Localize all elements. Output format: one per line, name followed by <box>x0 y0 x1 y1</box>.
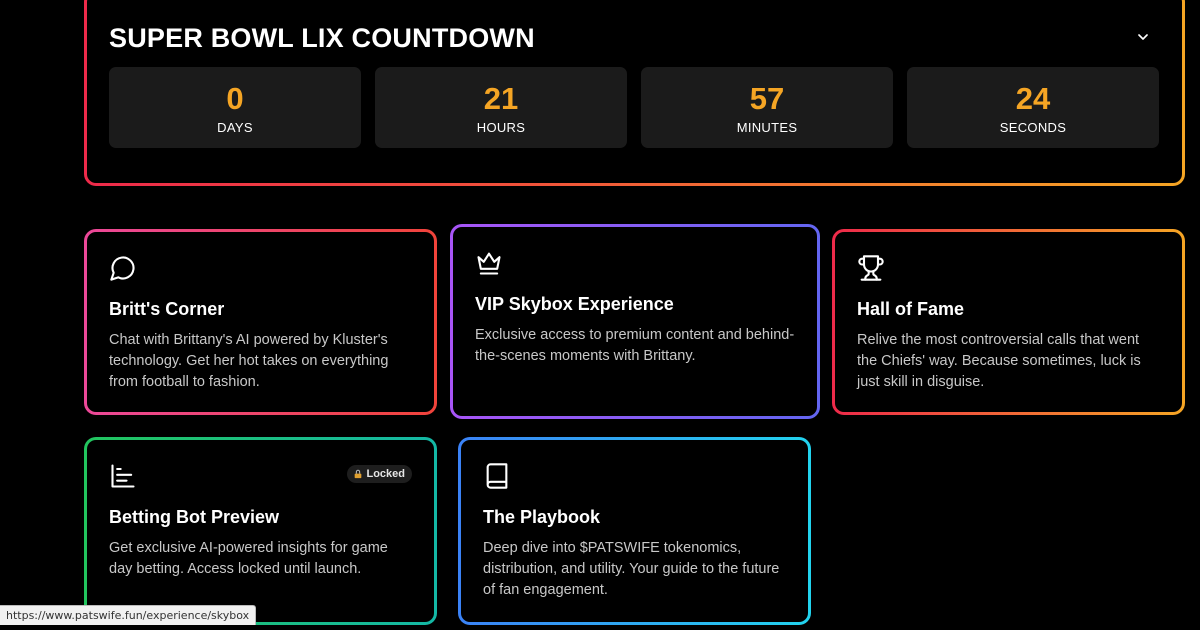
card-title: VIP Skybox Experience <box>475 294 674 314</box>
card-title: Betting Bot Preview <box>109 507 280 527</box>
card-title: Hall of Fame <box>857 299 965 319</box>
card-britts-corner[interactable]: Britt's Corner Chat with Brittany's AI p… <box>84 229 437 415</box>
countdown-hours-value: 21 <box>483 80 519 116</box>
countdown-seconds-value: 24 <box>1015 80 1051 116</box>
countdown-title: SUPER BOWL LIX COUNTDOWN <box>109 23 535 53</box>
card-inner: The Playbook Deep dive into $PATSWIFE to… <box>461 440 808 622</box>
card-description: Chat with Brittany's AI powered by Klust… <box>109 332 389 390</box>
card-inner: VIP Skybox Experience Exclusive access t… <box>453 227 817 416</box>
countdown-days: 0 DAYS <box>109 67 361 148</box>
chat-bubble-icon <box>110 256 135 281</box>
countdown-hours: 21 HOURS <box>375 67 627 148</box>
card-title: The Playbook <box>483 507 601 527</box>
countdown-days-label: DAYS <box>217 119 253 135</box>
locked-badge-label: Locked <box>366 468 405 480</box>
card-inner: Britt's Corner Chat with Brittany's AI p… <box>87 232 434 412</box>
countdown-days-value: 0 <box>226 80 244 116</box>
countdown-seconds: 24 SECONDS <box>907 67 1159 148</box>
book-icon <box>486 463 508 489</box>
card-description: Relive the most controversial calls that… <box>857 332 1141 390</box>
card-title: Britt's Corner <box>109 299 225 319</box>
countdown-units: 0 DAYS 21 HOURS 57 MINUTES 24 SECONDS <box>109 67 1159 148</box>
crown-icon <box>477 252 501 275</box>
countdown-panel: SUPER BOWL LIX COUNTDOWN 0 DAYS 21 HOURS… <box>84 0 1185 186</box>
countdown-seconds-label: SECONDS <box>999 119 1067 135</box>
countdown-panel-inner: SUPER BOWL LIX COUNTDOWN 0 DAYS 21 HOURS… <box>87 0 1182 183</box>
countdown-minutes-value: 57 <box>749 80 785 116</box>
bottom-edge <box>0 625 1200 630</box>
status-bar-url: https://www.patswife.fun/experience/skyb… <box>0 605 257 625</box>
countdown-minutes-label: MINUTES <box>736 119 798 135</box>
card-vip-skybox[interactable]: VIP Skybox Experience Exclusive access t… <box>450 224 820 419</box>
card-inner: Locked Betting Bot Preview Get exclusive… <box>87 440 434 622</box>
card-hall-of-fame[interactable]: Hall of Fame Relive the most controversi… <box>832 229 1185 415</box>
card-betting-bot-preview[interactable]: Locked Betting Bot Preview Get exclusive… <box>84 437 437 625</box>
card-description: Exclusive access to premium content and … <box>475 327 795 364</box>
chevron-down-icon[interactable] <box>1132 26 1154 48</box>
countdown-minutes: 57 MINUTES <box>641 67 893 148</box>
locked-badge: Locked <box>347 465 412 483</box>
card-inner: Hall of Fame Relive the most controversi… <box>835 232 1182 412</box>
lock-icon <box>355 469 362 479</box>
card-description: Get exclusive AI-powered insights for ga… <box>109 540 388 577</box>
card-the-playbook[interactable]: The Playbook Deep dive into $PATSWIFE to… <box>458 437 811 625</box>
bar-chart-icon <box>111 464 135 488</box>
countdown-hours-label: HOURS <box>476 119 526 135</box>
card-description: Deep dive into $PATSWIFE tokenomics, dis… <box>483 540 780 598</box>
trophy-icon <box>858 255 884 281</box>
